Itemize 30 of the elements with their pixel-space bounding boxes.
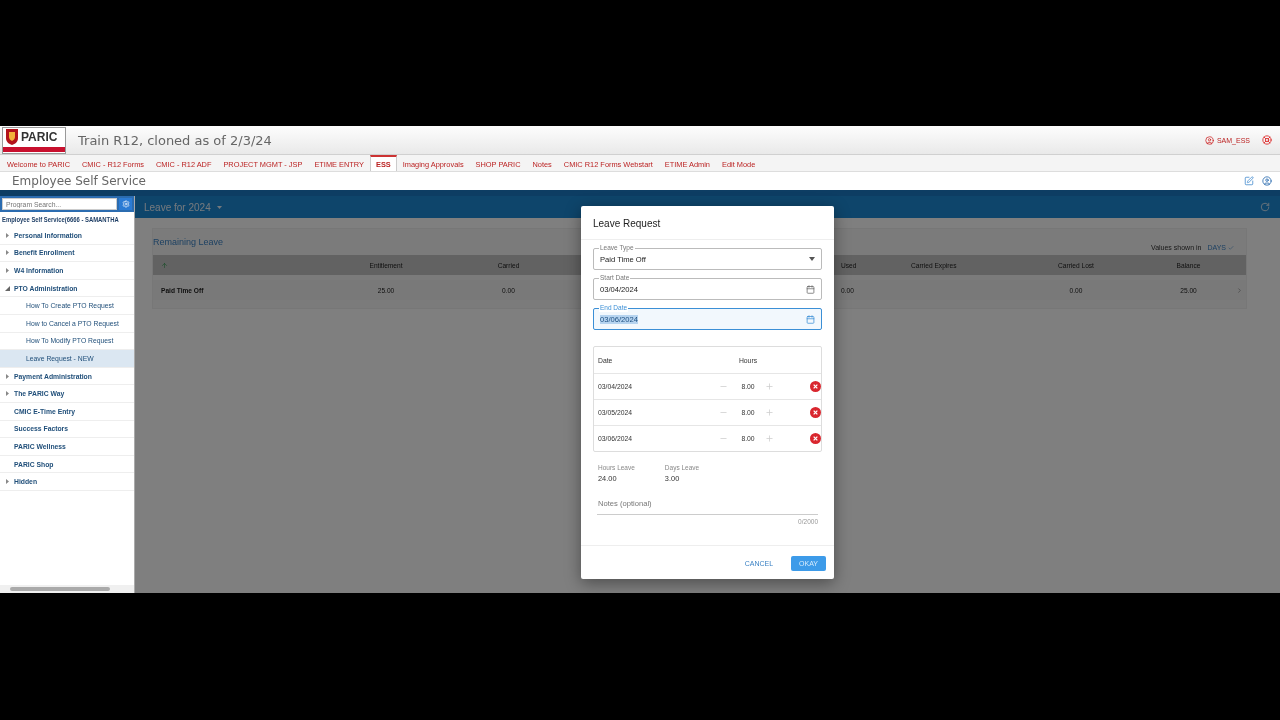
plus-icon bbox=[764, 408, 774, 417]
remove-icon[interactable] bbox=[810, 381, 821, 392]
caret-icon[interactable] bbox=[5, 250, 10, 256]
page-title: Employee Self Service bbox=[12, 174, 147, 188]
scrollbar[interactable] bbox=[0, 585, 134, 593]
profile-icon[interactable] bbox=[1262, 176, 1272, 186]
caret-icon[interactable] bbox=[5, 479, 10, 485]
logo: PARIC bbox=[2, 126, 66, 154]
edit-icon[interactable] bbox=[1244, 176, 1254, 186]
help-icon[interactable] bbox=[1262, 135, 1272, 145]
plus-icon bbox=[764, 382, 774, 391]
check-icon bbox=[1228, 244, 1234, 251]
caret-icon[interactable] bbox=[809, 257, 815, 261]
caret-icon[interactable] bbox=[5, 268, 10, 273]
calendar-icon[interactable] bbox=[806, 284, 815, 294]
caret-icon[interactable] bbox=[5, 373, 10, 379]
settings-icon bbox=[121, 200, 130, 208]
remove-icon[interactable] bbox=[810, 433, 821, 444]
caret-icon[interactable] bbox=[5, 232, 10, 238]
caret-icon[interactable] bbox=[5, 285, 10, 291]
plus-icon bbox=[764, 434, 774, 443]
dialog-title: Leave Request bbox=[581, 206, 834, 240]
app-title: Train R12, cloned as of 2/3/24 bbox=[78, 132, 273, 148]
section-title: Remaining Leave bbox=[153, 237, 225, 247]
user-icon[interactable] bbox=[1204, 135, 1214, 145]
caret-icon[interactable] bbox=[5, 391, 10, 397]
refresh-icon[interactable] bbox=[1260, 202, 1270, 212]
calendar-icon[interactable] bbox=[806, 314, 815, 324]
settings-button[interactable] bbox=[119, 198, 132, 210]
remove-icon[interactable] bbox=[810, 407, 821, 418]
